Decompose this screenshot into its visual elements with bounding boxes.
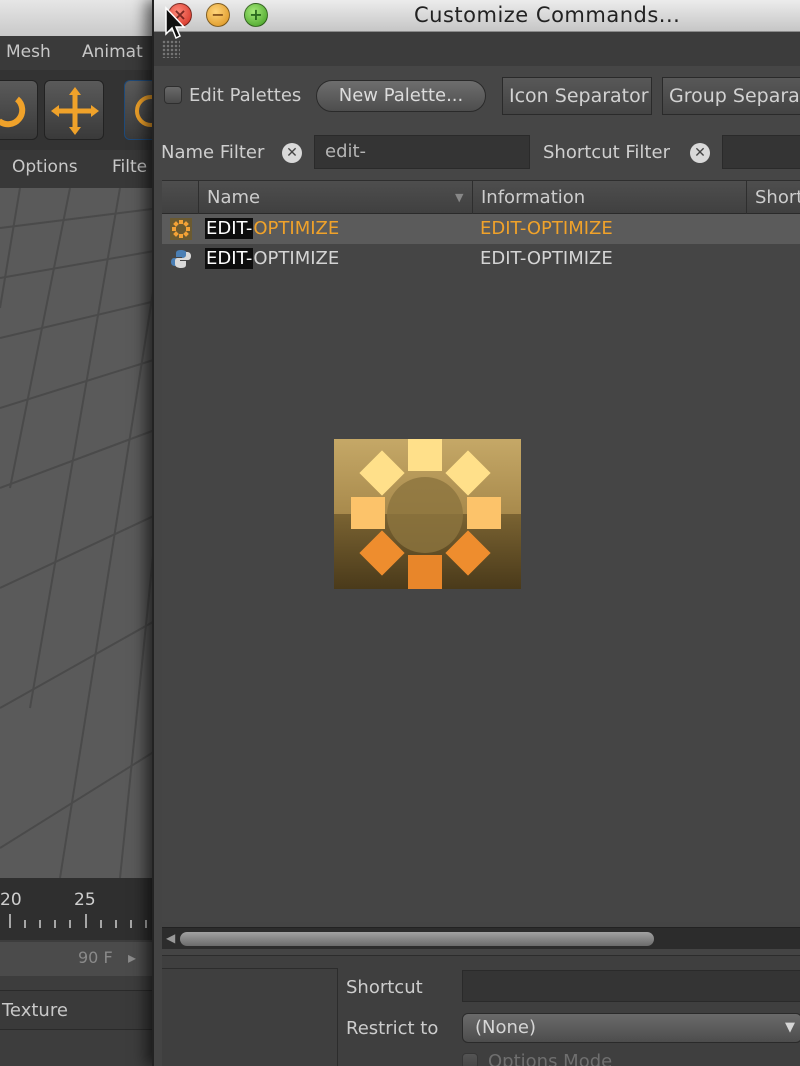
menu-filter[interactable]: Filte: [112, 157, 147, 177]
end-frame-field[interactable]: 90 F ▸: [0, 942, 160, 976]
table-header: Name ▼ Information Short: [162, 181, 800, 214]
table-row[interactable]: EDIT-OPTIMIZE EDIT-OPTIMIZE: [162, 214, 800, 244]
name-filter-input[interactable]: edit-: [314, 135, 530, 169]
restrict-to-label: Restrict to: [346, 1018, 439, 1039]
scroll-left-arrow-icon[interactable]: ◀: [166, 931, 175, 945]
name-match-highlight: EDIT-: [205, 218, 254, 239]
background-menubar: Mesh Animat: [0, 36, 160, 70]
3d-viewport[interactable]: [0, 188, 160, 878]
background-subbar: Options Filte: [0, 150, 160, 188]
rotate-icon: [0, 96, 26, 128]
column-header-shortcut[interactable]: Short: [746, 181, 800, 214]
sort-indicator-icon: ▼: [455, 191, 464, 204]
icon-separator-button[interactable]: Icon Separator: [502, 77, 652, 115]
column-header-icon[interactable]: [162, 181, 198, 214]
name-remainder: OPTIMIZE: [253, 218, 340, 239]
timeline-ruler[interactable]: 20 25: [0, 878, 160, 940]
group-separator-button[interactable]: Group Separat: [662, 77, 800, 115]
minimize-button[interactable]: −: [206, 3, 230, 27]
new-palette-button[interactable]: New Palette...: [316, 80, 486, 112]
dialog-titlebar[interactable]: × − + Customize Commands...: [154, 0, 800, 32]
edit-palettes-label: Edit Palettes: [189, 85, 302, 106]
dialog-toolbar: Edit Palettes New Palette... Icon Separa…: [154, 66, 800, 126]
shortcut-filter-input[interactable]: [722, 135, 800, 169]
shortcut-label: Shortcut: [346, 977, 423, 998]
minimize-icon: −: [211, 5, 225, 24]
edit-palettes-checkbox[interactable]: [164, 86, 182, 104]
horizontal-scrollbar[interactable]: ◀: [162, 927, 800, 949]
menu-animate[interactable]: Animat: [82, 42, 143, 62]
restrict-to-dropdown[interactable]: (None) ▼: [462, 1013, 800, 1043]
zoom-icon: +: [249, 5, 263, 24]
clear-name-filter-icon[interactable]: ✕: [282, 143, 302, 163]
timeline-tick-25: 25: [74, 890, 96, 910]
scrollbar-thumb[interactable]: [180, 932, 654, 946]
move-icon: [51, 87, 99, 135]
table-row[interactable]: EDIT-OPTIMIZE EDIT-OPTIMIZE: [162, 244, 800, 274]
column-header-name[interactable]: Name ▼: [198, 181, 472, 214]
background-titlebar: [0, 0, 160, 36]
name-remainder: OPTIMIZE: [253, 248, 340, 269]
shortcut-filter-label: Shortcut Filter: [543, 142, 670, 163]
chevron-down-icon: ▼: [785, 1020, 795, 1035]
name-match-highlight: EDIT-: [205, 248, 254, 269]
viewport-grid: [0, 188, 160, 878]
information-cell: EDIT-OPTIMIZE: [480, 218, 613, 239]
clear-shortcut-filter-icon[interactable]: ✕: [690, 143, 710, 163]
zoom-button[interactable]: +: [244, 3, 268, 27]
rotate-tool-button[interactable]: [0, 80, 38, 140]
command-details-panel: Shortcut Restrict to (None) ▼ Options Mo…: [162, 955, 800, 1066]
timeline-tick-20: 20: [0, 890, 22, 910]
information-cell: EDIT-OPTIMIZE: [480, 248, 613, 269]
texture-label: Texture: [2, 1000, 68, 1021]
background-app-window: Mesh Animat Options Filte 20 25 90 F ▸ T…: [0, 0, 160, 1066]
background-toolbar: [0, 70, 160, 150]
dialog-title: Customize Commands...: [414, 3, 681, 27]
restrict-to-value: (None): [475, 1017, 537, 1038]
move-tool-button[interactable]: [44, 80, 104, 140]
python-icon: [171, 250, 191, 268]
drag-grip-icon[interactable]: [162, 40, 180, 58]
texture-panel-label: Texture: [0, 990, 160, 1030]
column-header-name-label: Name: [207, 187, 261, 208]
dialog-grip-strip: [154, 32, 800, 66]
column-header-information-label: Information: [481, 187, 586, 208]
options-mode-label: Options Mode: [488, 1051, 613, 1066]
play-arrow-icon: ▸: [128, 948, 137, 967]
column-header-shortcut-label: Short: [755, 187, 800, 208]
filter-bar: Name Filter ✕ edit- Shortcut Filter ✕: [154, 126, 800, 180]
optimize-icon: [170, 218, 192, 240]
options-mode-checkbox[interactable]: [462, 1053, 478, 1066]
shortcut-input[interactable]: [462, 970, 800, 1002]
optimize-icon-preview: [334, 439, 521, 589]
menu-options[interactable]: Options: [12, 157, 78, 177]
column-header-information[interactable]: Information: [472, 181, 746, 214]
timeline-ticks: [9, 914, 147, 928]
command-icon-well[interactable]: [162, 968, 338, 1066]
end-frame-value: 90 F: [78, 948, 113, 967]
menu-mesh[interactable]: Mesh: [6, 42, 51, 62]
name-filter-label: Name Filter: [161, 142, 265, 163]
mouse-cursor-icon: [165, 6, 186, 40]
